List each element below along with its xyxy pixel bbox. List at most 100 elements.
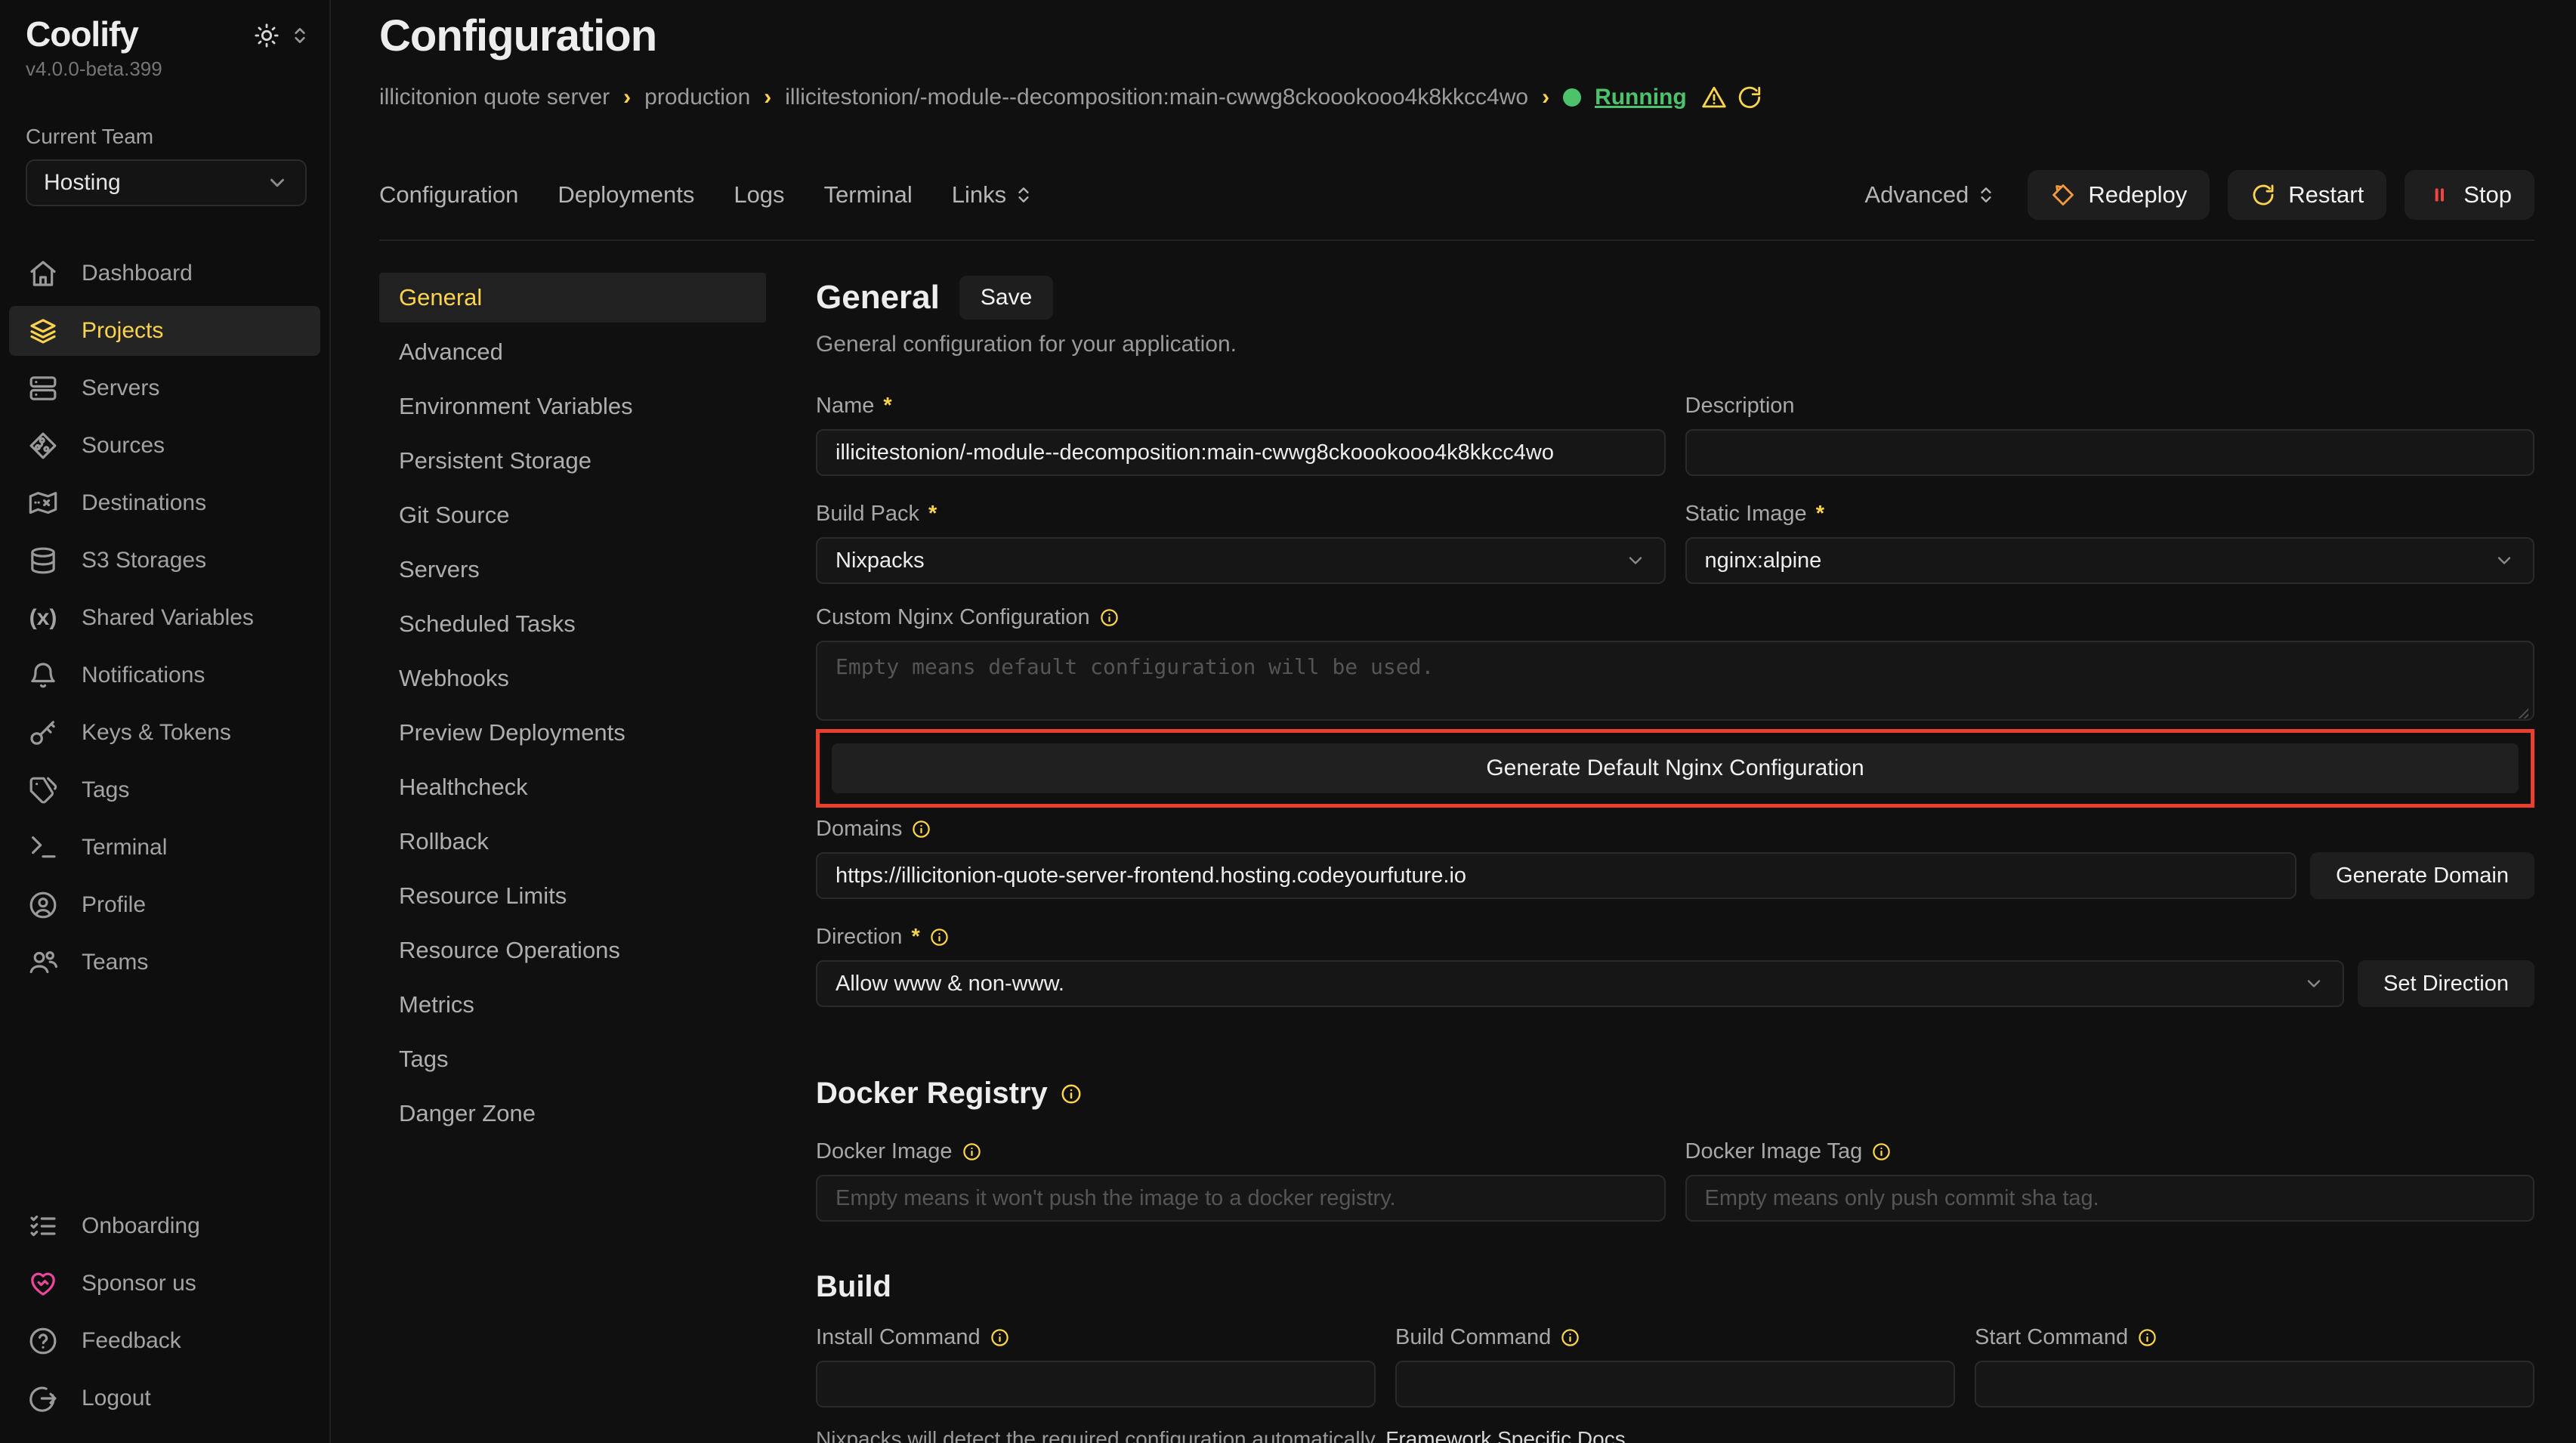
sidebar-item-terminal[interactable]: Terminal [9,823,320,873]
sidebar-item-dashboard[interactable]: Dashboard [9,249,320,298]
git-source-icon [27,431,59,461]
name-input[interactable] [816,429,1666,476]
info-icon[interactable] [1099,607,1120,628]
general-form: General Save General configuration for y… [816,273,2534,1443]
tab-logs[interactable]: Logs [734,181,784,209]
subnav-item-webhooks[interactable]: Webhooks [379,654,766,703]
domains-label: Domains [816,817,902,842]
layers-icon [27,316,59,346]
save-button[interactable]: Save [959,276,1053,320]
main-content: Configuration illicitonion quote server … [331,0,2576,1443]
description-input[interactable] [1685,429,2535,476]
info-icon[interactable] [1560,1327,1580,1348]
subnav-item-general[interactable]: General [379,273,766,323]
info-icon[interactable] [1060,1083,1083,1105]
tab-configuration[interactable]: Configuration [379,181,518,209]
theme-chevrons-icon[interactable] [290,26,310,45]
generate-domain-button[interactable]: Generate Domain [2310,852,2534,899]
app-logo[interactable]: Coolify [26,14,138,54]
coolify-app: Coolify v4.0.0-beta.399 Current Team Hos… [0,0,2576,1443]
info-icon[interactable] [2137,1327,2157,1348]
chevron-down-icon [2494,550,2515,571]
tab-terminal[interactable]: Terminal [824,181,913,209]
subnav-item-git-source[interactable]: Git Source [379,490,766,540]
subnav-item-advanced[interactable]: Advanced [379,327,766,377]
name-label: Name [816,394,874,419]
docker-image-label: Docker Image [816,1139,953,1164]
sidebar-item-sponsor-us[interactable]: Sponsor us [9,1259,320,1309]
theme-sun-icon[interactable] [254,23,280,48]
chevron-down-icon [1625,550,1646,571]
shared-variables-icon: (x) [27,605,59,631]
subnav-item-preview-deployments[interactable]: Preview Deployments [379,708,766,758]
description-label: Description [1685,394,1795,419]
set-direction-button[interactable]: Set Direction [2358,960,2534,1007]
subnav-item-tags[interactable]: Tags [379,1034,766,1084]
info-icon[interactable] [962,1142,982,1162]
docker-image-input[interactable] [816,1175,1666,1222]
build-pack-label: Build Pack [816,502,919,527]
stop-button[interactable]: Stop [2405,170,2534,220]
info-icon[interactable] [990,1327,1010,1348]
subnav-item-persistent-storage[interactable]: Persistent Storage [379,436,766,486]
restart-button[interactable]: Restart [2228,170,2386,220]
docker-registry-heading: Docker Registry [816,1077,1048,1111]
sidebar-item-destinations[interactable]: Destinations [9,478,320,528]
subnav-item-scheduled-tasks[interactable]: Scheduled Tasks [379,599,766,649]
sidebar-item-notifications[interactable]: Notifications [9,650,320,700]
sidebar-item-s3-storages[interactable]: S3 Storages [9,536,320,586]
subnav-item-environment-variables[interactable]: Environment Variables [379,382,766,431]
sidebar-item-logout[interactable]: Logout [9,1373,320,1423]
warning-icon[interactable] [1700,84,1728,111]
install-command-input[interactable] [816,1361,1376,1407]
status-running-link[interactable]: Running [1595,85,1687,110]
install-command-label: Install Command [816,1325,981,1350]
redeploy-button[interactable]: Redeploy [2028,170,2210,220]
sidebar-item-feedback[interactable]: Feedback [9,1316,320,1366]
start-command-input[interactable] [1975,1361,2534,1407]
sidebar-item-projects[interactable]: Projects [9,306,320,356]
subnav-item-metrics[interactable]: Metrics [379,980,766,1030]
sidebar-item-servers[interactable]: Servers [9,363,320,413]
sidebar-item-teams[interactable]: Teams [9,938,320,987]
breadcrumb-application[interactable]: illicitestonion/-module--decomposition:m… [785,85,1528,110]
sidebar: Coolify v4.0.0-beta.399 Current Team Hos… [0,0,331,1443]
advanced-menu[interactable]: Advanced [1864,181,1996,209]
sidebar-item-tags[interactable]: Tags [9,765,320,815]
sidebar-item-onboarding[interactable]: Onboarding [9,1201,320,1251]
static-image-label: Static Image [1685,502,1807,527]
subnav-item-danger-zone[interactable]: Danger Zone [379,1089,766,1139]
info-icon[interactable] [929,927,950,947]
page-title: Configuration [379,11,2534,61]
breadcrumb-environment[interactable]: production [644,85,750,110]
sidebar-item-shared-variables[interactable]: (x) Shared Variables [9,593,320,643]
framework-docs-link[interactable]: Framework Specific Docs [1385,1427,1625,1443]
breadcrumb-separator-icon: › [623,85,631,110]
static-image-select[interactable]: nginx:alpine [1685,537,2535,584]
restart-icon [2250,182,2276,208]
nginx-config-textarea[interactable] [816,641,2534,721]
subnav-item-rollback[interactable]: Rollback [379,817,766,867]
direction-select[interactable]: Allow www & non-www. [816,960,2344,1007]
subnav-item-resource-limits[interactable]: Resource Limits [379,871,766,921]
generate-nginx-config-button[interactable]: Generate Default Nginx Configuration [832,743,2519,793]
docker-image-tag-input[interactable] [1685,1175,2535,1222]
info-icon[interactable] [1871,1142,1892,1162]
domains-input[interactable] [816,852,2296,899]
sidebar-item-profile[interactable]: Profile [9,880,320,930]
tab-deployments[interactable]: Deployments [558,181,694,209]
subnav-item-servers[interactable]: Servers [379,545,766,595]
refresh-icon[interactable] [1737,85,1762,110]
team-select[interactable]: Hosting [26,159,307,206]
start-command-label: Start Command [1975,1325,2128,1350]
sidebar-item-keys-tokens[interactable]: Keys & Tokens [9,708,320,758]
tab-divider [379,239,2534,241]
tab-links[interactable]: Links [952,181,1033,209]
build-pack-select[interactable]: Nixpacks [816,537,1666,584]
info-icon[interactable] [911,819,931,839]
sidebar-item-sources[interactable]: Sources [9,421,320,471]
build-command-input[interactable] [1395,1361,1955,1407]
breadcrumb-project[interactable]: illicitonion quote server [379,85,610,110]
subnav-item-healthcheck[interactable]: Healthcheck [379,762,766,812]
subnav-item-resource-operations[interactable]: Resource Operations [379,925,766,975]
